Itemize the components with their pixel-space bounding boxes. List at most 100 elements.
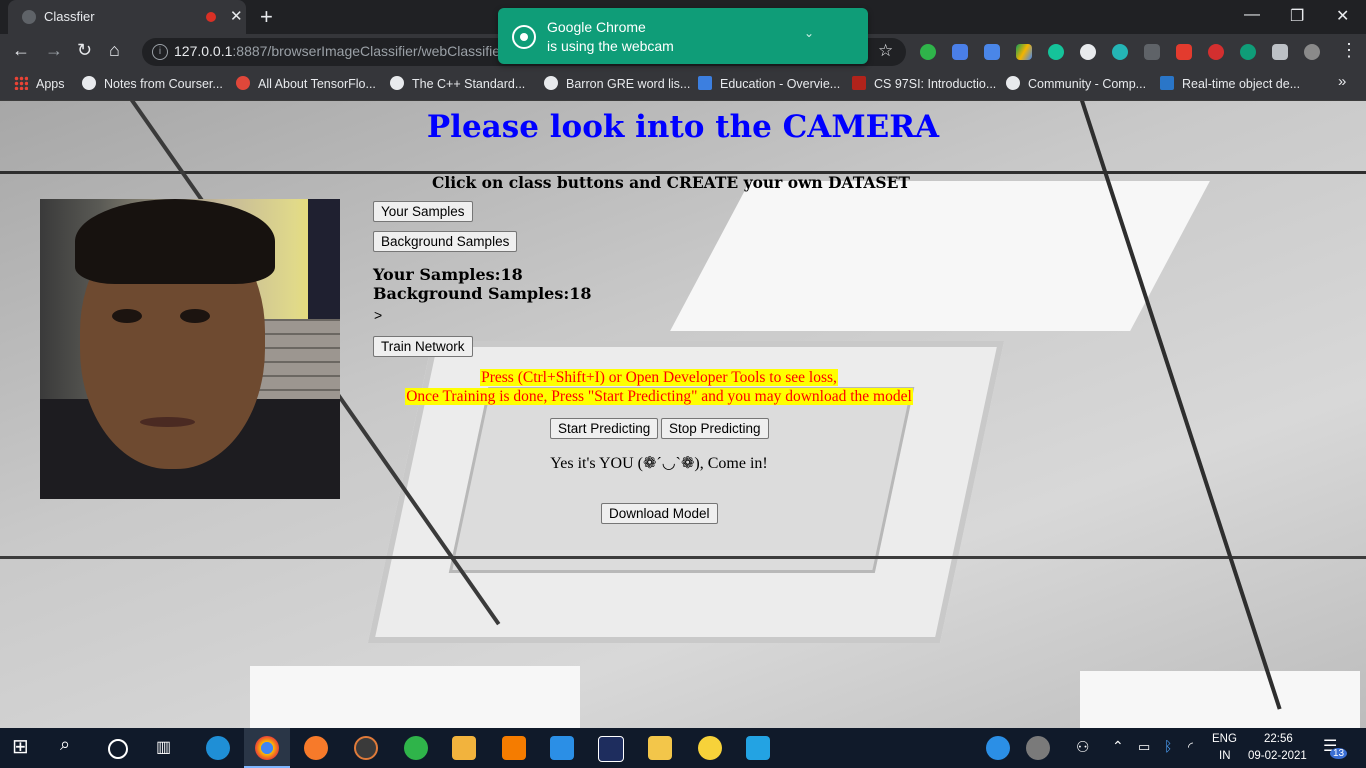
- chevron-down-icon[interactable]: ⌄: [804, 26, 814, 40]
- video-hair: [75, 199, 275, 284]
- evernote-extension-icon[interactable]: [920, 44, 936, 60]
- intellij-icon[interactable]: [598, 736, 624, 762]
- app-icon[interactable]: [698, 736, 722, 760]
- bookmark-label: The C++ Standard...: [412, 77, 526, 91]
- video-eye: [180, 309, 210, 323]
- background-samples-button[interactable]: Background Samples: [373, 231, 518, 252]
- bluetooth-icon[interactable]: ᛒ: [1164, 738, 1188, 762]
- grammarly-extension-icon[interactable]: [1048, 44, 1064, 60]
- bookmark-label: Education - Overvie...: [720, 77, 841, 91]
- bookmark-item[interactable]: All About TensorFlo...: [236, 76, 376, 91]
- language-top[interactable]: ENG: [1212, 733, 1237, 745]
- page-content: Please look into the CAMERA Click on cla…: [0, 101, 1366, 728]
- chrome-icon[interactable]: [255, 736, 279, 760]
- tab-close-icon[interactable]: ✕: [230, 7, 243, 25]
- wifi-icon[interactable]: ◜: [1188, 739, 1212, 763]
- ceiling-grid-line: [0, 556, 1366, 559]
- close-window-icon[interactable]: ✕: [1336, 6, 1349, 26]
- new-tab-icon[interactable]: +: [260, 4, 273, 30]
- cortana-icon[interactable]: [108, 739, 128, 759]
- webcam-notification[interactable]: Google Chrome is using the webcam ⌄: [498, 8, 868, 64]
- ceiling-light: [670, 181, 1210, 331]
- bookmark-item[interactable]: Barron GRE word lis...: [544, 76, 690, 91]
- train-network-button[interactable]: Train Network: [373, 336, 473, 357]
- chevron-up-icon[interactable]: ⌃: [1112, 738, 1136, 762]
- bookmark-item[interactable]: Notes from Courser...: [82, 76, 223, 91]
- reload-icon[interactable]: ↻: [77, 40, 92, 61]
- drive-extension-icon[interactable]: [1016, 44, 1032, 60]
- firefox-icon[interactable]: [304, 736, 328, 760]
- stanford-icon: [852, 76, 866, 90]
- globe-icon: [390, 76, 404, 90]
- start-predicting-button[interactable]: Start Predicting: [550, 418, 659, 439]
- tensorflow-icon: [236, 76, 250, 90]
- tab-classfier[interactable]: Classfier ✕: [8, 0, 246, 34]
- bookmark-label: All About TensorFlo...: [258, 77, 376, 91]
- battery-icon[interactable]: ▭: [1138, 739, 1162, 763]
- bookmark-item[interactable]: Community - Comp...: [1006, 76, 1146, 91]
- download-model-button[interactable]: Download Model: [601, 503, 718, 524]
- store-icon[interactable]: [452, 736, 476, 760]
- prediction-result: Yes it's YOU (❁´◡`❁), Come in!: [550, 455, 768, 472]
- vscode-icon[interactable]: [550, 736, 574, 760]
- clock-date[interactable]: 09-02-2021: [1248, 750, 1307, 762]
- bookmark-label: Barron GRE word lis...: [566, 77, 691, 91]
- bookmark-label: Notes from Courser...: [104, 77, 223, 91]
- extensions-puzzle-icon[interactable]: [1272, 44, 1288, 60]
- bookmark-item[interactable]: The C++ Standard...: [390, 76, 525, 91]
- tensorflow-app-icon[interactable]: [502, 736, 526, 760]
- search-icon[interactable]: ⌕: [60, 734, 84, 758]
- restore-icon[interactable]: ❐: [1290, 6, 1304, 26]
- stop-predicting-button[interactable]: Stop Predicting: [661, 418, 769, 439]
- pdf-extension-icon[interactable]: [1176, 44, 1192, 60]
- evernote-icon[interactable]: [404, 736, 428, 760]
- bookmark-label: Community - Comp...: [1028, 77, 1147, 91]
- apps-grid-icon: [14, 76, 28, 90]
- notice-line-2-text: Once Training is done, Press "Start Pred…: [405, 388, 913, 405]
- notice-line-2: Once Training is done, Press "Start Pred…: [373, 388, 945, 406]
- menu-kebab-icon[interactable]: ⋮: [1340, 40, 1358, 61]
- shield-extension-icon[interactable]: [1240, 44, 1256, 60]
- back-icon[interactable]: ←: [12, 40, 30, 61]
- bookmark-item[interactable]: Education - Overvie...: [698, 76, 840, 91]
- page-subheading: Click on class buttons and CREATE your o…: [432, 173, 910, 192]
- profile-avatar[interactable]: [1304, 44, 1320, 60]
- pin-extension-icon[interactable]: [1144, 44, 1160, 60]
- video-mouth: [140, 417, 195, 427]
- windows-start-icon[interactable]: ⊞: [12, 734, 36, 758]
- m-extension-icon[interactable]: [1112, 44, 1128, 60]
- people-icon[interactable]: ⚇: [1076, 738, 1100, 762]
- bookmark-star-icon[interactable]: ☆: [878, 41, 893, 61]
- your-samples-button[interactable]: Your Samples: [373, 201, 473, 222]
- bookmark-label: Apps: [36, 77, 65, 91]
- recording-indicator-icon: [206, 12, 216, 22]
- minimize-icon[interactable]: —: [1244, 6, 1260, 24]
- translate-extension-icon[interactable]: [984, 44, 1000, 60]
- user-avatar[interactable]: [1026, 736, 1050, 760]
- task-view-icon[interactable]: ▥: [156, 737, 180, 761]
- bookmark-label: CS 97SI: Introductio...: [874, 77, 997, 91]
- app-icon[interactable]: [746, 736, 770, 760]
- windows-taskbar: ⊞ ⌕ ▥ ⚇ ⌃ ▭ ᛒ ◜ ENG IN 22:56 09-02-2021 …: [0, 728, 1366, 768]
- help-icon[interactable]: [986, 736, 1010, 760]
- home-icon[interactable]: ⌂: [109, 40, 120, 61]
- tab-favicon-icon: [22, 10, 36, 24]
- language-bottom[interactable]: IN: [1219, 750, 1231, 762]
- bookmarks-overflow-icon[interactable]: »: [1338, 73, 1346, 90]
- url-text: 127.0.0.1:8887/browserImageClassifier/we…: [174, 43, 508, 59]
- url-host: 127.0.0.1: [174, 43, 233, 59]
- notice-line-1: Press (Ctrl+Shift+I) or Open Developer T…: [373, 369, 945, 387]
- bookmark-apps[interactable]: Apps: [14, 76, 65, 91]
- calendar-extension-icon[interactable]: [952, 44, 968, 60]
- clock-time[interactable]: 22:56: [1264, 733, 1293, 745]
- forward-icon[interactable]: →: [45, 40, 63, 61]
- globe-icon: [82, 76, 96, 90]
- bookmark-item[interactable]: CS 97SI: Introductio...: [852, 76, 996, 91]
- speed-extension-icon[interactable]: [1080, 44, 1096, 60]
- file-explorer-icon[interactable]: [648, 736, 672, 760]
- bookmark-item[interactable]: Real-time object de...: [1160, 76, 1300, 91]
- site-info-icon[interactable]: i: [152, 44, 168, 60]
- media-player-icon[interactable]: [354, 736, 378, 760]
- adblock-extension-icon[interactable]: [1208, 44, 1224, 60]
- edge-icon[interactable]: [206, 736, 230, 760]
